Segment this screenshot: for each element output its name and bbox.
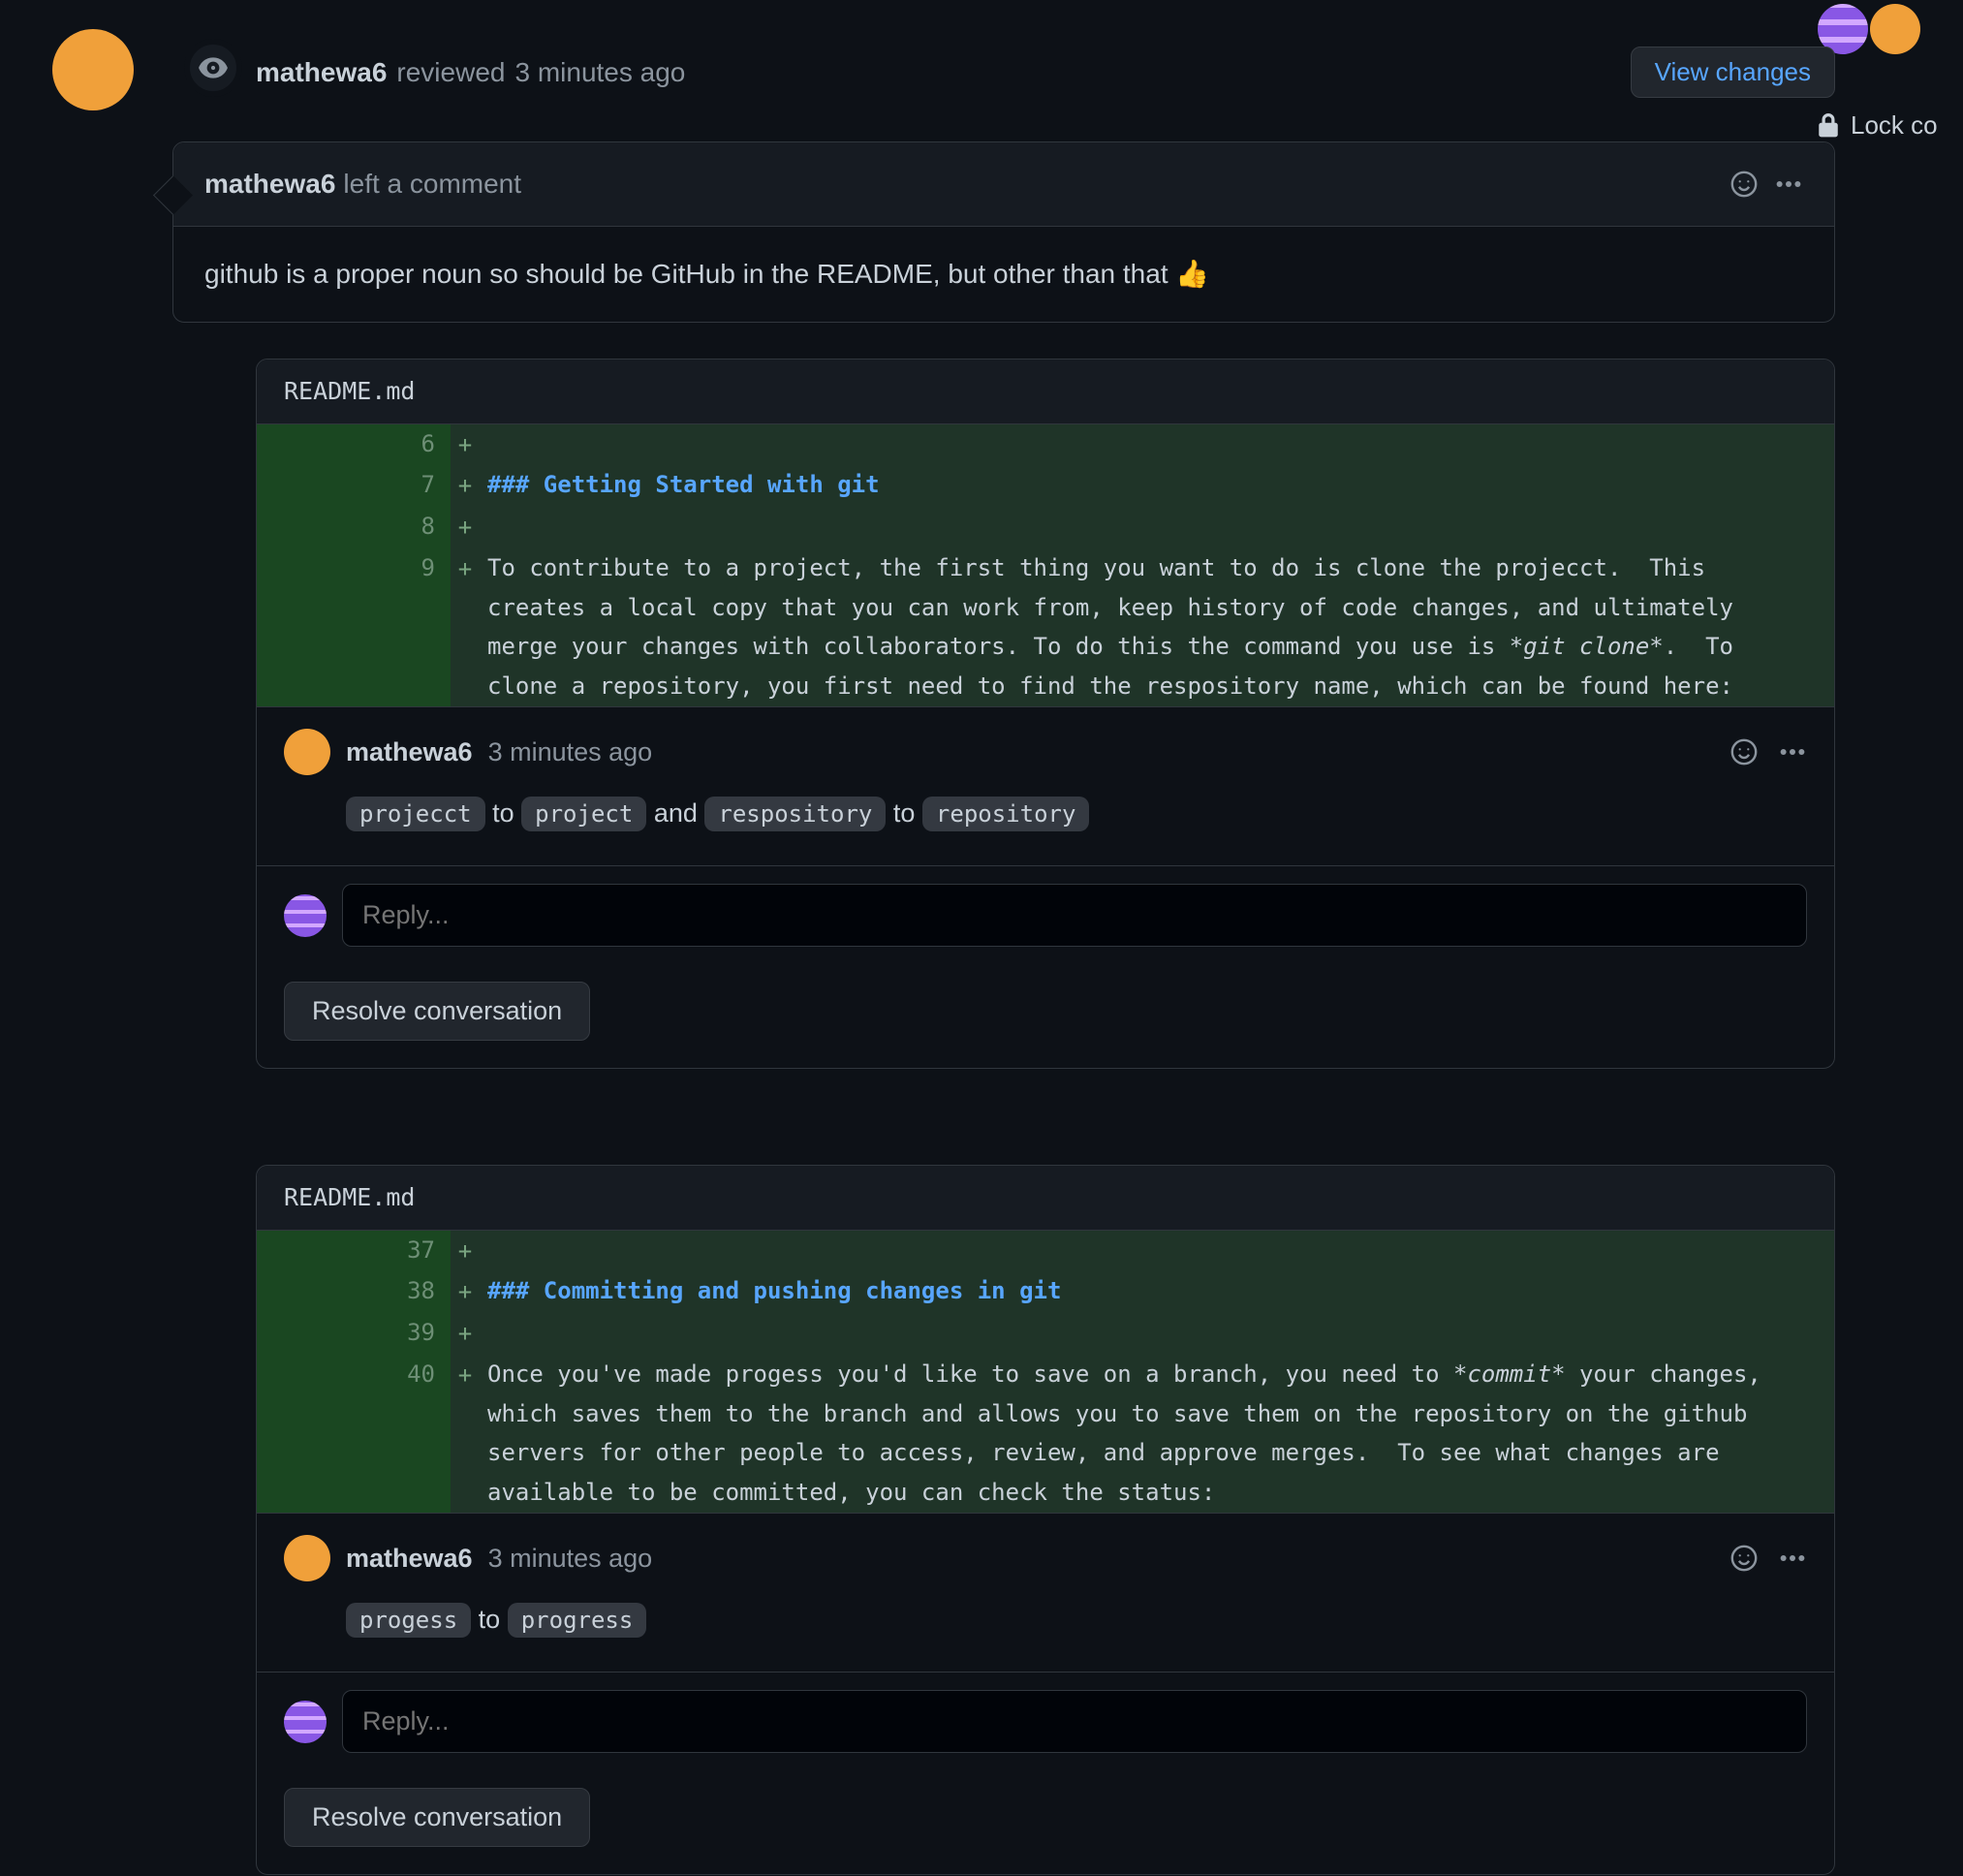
commenter-name[interactable]: mathewa6 bbox=[346, 733, 473, 772]
lock-label: Lock co bbox=[1851, 107, 1938, 144]
review-author[interactable]: mathewa6 bbox=[256, 52, 387, 93]
code-word: progress bbox=[508, 1603, 647, 1638]
self-avatar[interactable] bbox=[284, 1701, 327, 1743]
diff-line[interactable]: 37+ bbox=[257, 1231, 1834, 1272]
diff-file-name[interactable]: README.md bbox=[257, 360, 1834, 424]
commenter-time[interactable]: 3 minutes ago bbox=[488, 1539, 653, 1579]
comment-author[interactable]: mathewa6 bbox=[204, 164, 335, 204]
diff-line[interactable]: 8+ bbox=[257, 507, 1834, 548]
code-word: repository bbox=[922, 797, 1090, 831]
diff-card: README.md 6+7+### Getting Started with g… bbox=[256, 359, 1835, 1069]
emoji-icon[interactable] bbox=[1729, 1544, 1759, 1573]
inline-comment-body: progess to progress bbox=[284, 1595, 1807, 1644]
reply-input[interactable] bbox=[342, 884, 1807, 947]
inline-comment: mathewa6 3 minutes ago projecct to bbox=[257, 706, 1834, 865]
diff-card: README.md 37+38+### Committing and pushi… bbox=[256, 1165, 1835, 1875]
self-avatar[interactable] bbox=[284, 894, 327, 937]
kebab-icon[interactable] bbox=[1774, 170, 1803, 199]
diff-line[interactable]: 40+Once you've made progess you'd like t… bbox=[257, 1355, 1834, 1513]
reply-row bbox=[257, 865, 1834, 964]
inline-comment-body: projecct to project and respository to r… bbox=[284, 789, 1807, 838]
reply-input[interactable] bbox=[342, 1690, 1807, 1753]
comment-body: github is a proper noun so should be Git… bbox=[173, 227, 1834, 322]
diff-line[interactable]: 9+To contribute to a project, the first … bbox=[257, 548, 1834, 706]
review-comment-box: mathewa6 left a comment github is a prop… bbox=[172, 141, 1835, 323]
diff-line[interactable]: 7+### Getting Started with git bbox=[257, 465, 1834, 507]
diff-line[interactable]: 38+### Committing and pushing changes in… bbox=[257, 1271, 1834, 1313]
review-header: mathewa6 reviewed 3 minutes ago View cha… bbox=[256, 47, 1835, 98]
participant-avatar[interactable] bbox=[1870, 4, 1920, 54]
commenter-name[interactable]: mathewa6 bbox=[346, 1539, 473, 1579]
kebab-icon[interactable] bbox=[1778, 737, 1807, 766]
commenter-avatar[interactable] bbox=[284, 729, 330, 775]
kebab-icon[interactable] bbox=[1778, 1544, 1807, 1573]
comment-action: left a comment bbox=[343, 164, 521, 204]
review-action: reviewed bbox=[396, 52, 505, 93]
review-time[interactable]: 3 minutes ago bbox=[514, 52, 685, 93]
lock-icon bbox=[1816, 111, 1841, 141]
diff-line[interactable]: 6+ bbox=[257, 424, 1834, 466]
diff-file-name[interactable]: README.md bbox=[257, 1166, 1834, 1231]
emoji-icon[interactable] bbox=[1729, 170, 1759, 199]
diff-table: 6+7+### Getting Started with git8+9+To c… bbox=[257, 424, 1834, 707]
code-word: project bbox=[521, 797, 646, 831]
lock-conversation[interactable]: Lock co bbox=[1808, 107, 1963, 144]
code-word: respository bbox=[704, 797, 886, 831]
inline-comment: mathewa6 3 minutes ago progess to bbox=[257, 1513, 1834, 1672]
diff-line[interactable]: 39+ bbox=[257, 1313, 1834, 1355]
code-word: progess bbox=[346, 1603, 471, 1638]
commenter-avatar[interactable] bbox=[284, 1535, 330, 1581]
commenter-time[interactable]: 3 minutes ago bbox=[488, 733, 653, 772]
emoji-icon[interactable] bbox=[1729, 737, 1759, 766]
reply-row bbox=[257, 1672, 1834, 1770]
diff-table: 37+38+### Committing and pushing changes… bbox=[257, 1231, 1834, 1514]
review-eye-icon bbox=[184, 39, 242, 97]
reviewer-avatar[interactable] bbox=[52, 29, 134, 110]
code-word: projecct bbox=[346, 797, 485, 831]
view-changes-button[interactable]: View changes bbox=[1631, 47, 1835, 98]
resolve-button[interactable]: Resolve conversation bbox=[284, 1788, 590, 1847]
resolve-button[interactable]: Resolve conversation bbox=[284, 982, 590, 1041]
